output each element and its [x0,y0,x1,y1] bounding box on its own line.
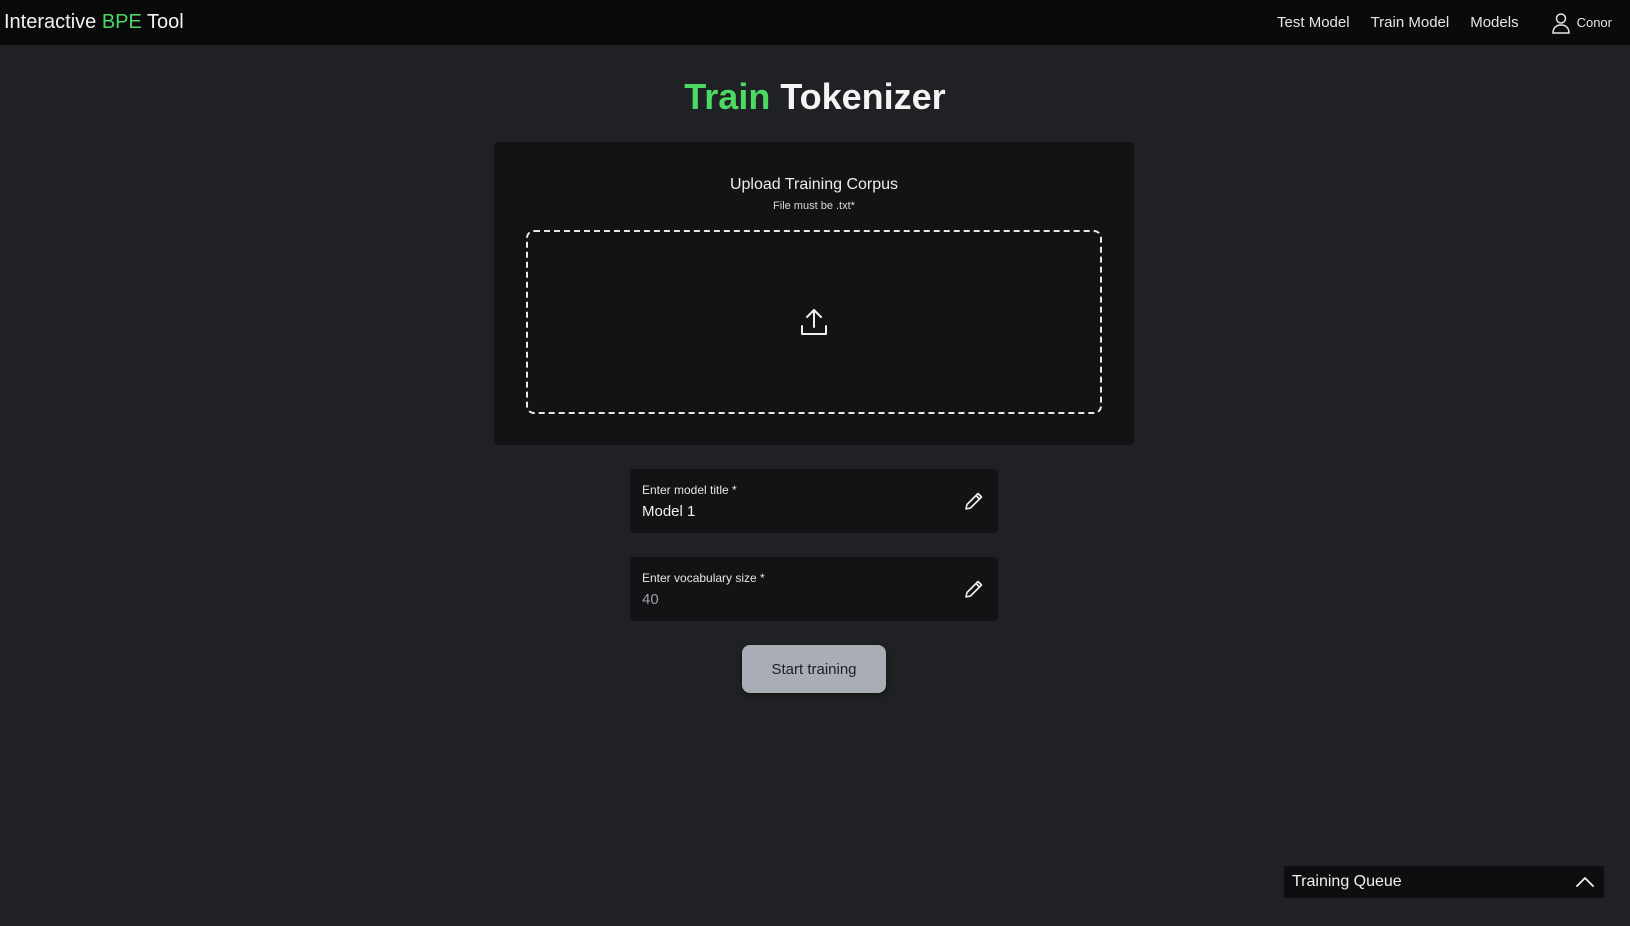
pencil-icon[interactable] [962,489,986,513]
training-queue-panel[interactable]: Training Queue [1284,866,1604,898]
user-name: Conor [1576,15,1612,30]
app-brand[interactable]: Interactive BPE Tool [4,11,184,34]
main-nav: Test Model Train Model Models Conor [1277,12,1612,34]
vocab-size-label: Enter vocabulary size * [642,571,765,585]
vocab-size-field[interactable]: Enter vocabulary size * 40 [630,557,998,621]
upload-file-hint: File must be .txt* [773,200,855,212]
brand-prefix: Interactive [4,11,102,33]
page-title-accent: Train [684,76,771,117]
model-title-label: Enter model title * [642,483,737,497]
upload-card: Upload Training Corpus File must be .txt… [494,142,1134,445]
training-queue-title: Training Queue [1292,873,1402,890]
pencil-icon[interactable] [962,577,986,601]
page-title: Train Tokenizer [0,76,1630,118]
chevron-up-icon[interactable] [1576,876,1594,888]
page: Interactive BPE Tool Test Model Train Mo… [0,0,1630,926]
nav-test-model[interactable]: Test Model [1277,14,1350,31]
brand-suffix: Tool [141,11,184,33]
vocab-size-input[interactable]: 40 [642,591,659,608]
model-title-input[interactable]: Model 1 [642,503,695,520]
page-title-rest: Tokenizer [770,76,946,117]
upload-title: Upload Training Corpus [729,176,899,193]
start-training-button[interactable]: Start training [742,645,886,693]
user-menu[interactable]: Conor [1551,12,1612,34]
top-navbar: Interactive BPE Tool Test Model Train Mo… [0,0,1630,45]
nav-models[interactable]: Models [1470,14,1518,31]
model-title-field[interactable]: Enter model title * Model 1 [630,469,998,533]
user-icon [1551,12,1570,34]
brand-accent: BPE [101,11,142,33]
upload-dropzone[interactable] [526,230,1102,414]
nav-train-model[interactable]: Train Model [1371,14,1450,31]
upload-icon [801,309,827,335]
